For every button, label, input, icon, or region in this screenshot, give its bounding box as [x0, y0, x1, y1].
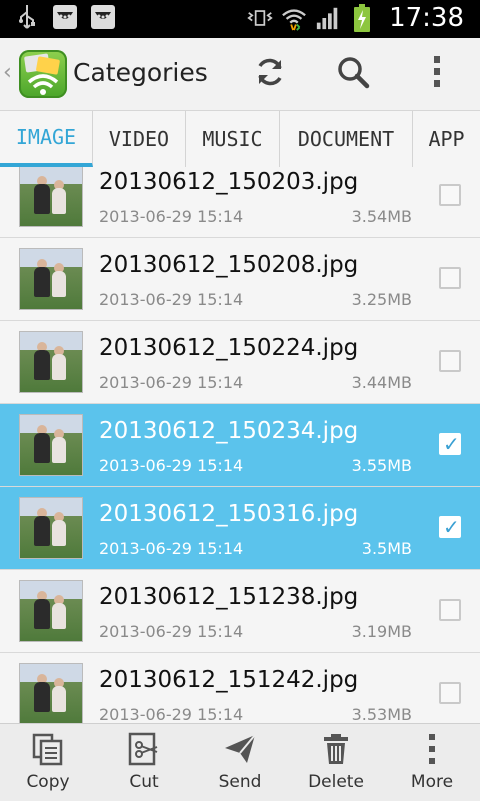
tab-music[interactable]: MUSIC: [186, 111, 280, 167]
send-button[interactable]: Send: [192, 724, 288, 801]
select-checkbox[interactable]: ✓: [439, 432, 461, 456]
page-title: Categories: [73, 58, 208, 87]
list-item[interactable]: 20130612_150203.jpg 2013-06-29 15:14 3.5…: [0, 167, 480, 238]
cut-button[interactable]: Cut: [96, 724, 192, 801]
tab-app[interactable]: APP: [413, 111, 480, 167]
checkmark-icon: ✓: [443, 432, 460, 456]
select-checkbox[interactable]: [439, 184, 461, 206]
file-name: 20130612_150224.jpg: [99, 335, 359, 361]
back-chevron-icon[interactable]: ‹: [3, 60, 12, 85]
select-checkbox[interactable]: [439, 350, 461, 372]
file-size: 3.25MB: [351, 290, 412, 309]
list-item[interactable]: 20130612_151238.jpg 2013-06-29 15:14 3.1…: [0, 570, 480, 653]
image-thumbnail: [19, 167, 83, 227]
copy-icon: [31, 732, 65, 766]
file-name: 20130612_150316.jpg: [99, 501, 359, 527]
more-button[interactable]: More: [384, 724, 480, 801]
file-name: 20130612_151242.jpg: [99, 667, 359, 693]
tab-document[interactable]: DOCUMENT: [280, 111, 413, 167]
file-name: 20130612_150234.jpg: [99, 418, 359, 444]
select-checkbox[interactable]: [439, 599, 461, 621]
file-date: 2013-06-29 15:14: [99, 622, 244, 641]
category-tabs: IMAGE VIDEO MUSIC DOCUMENT APP: [0, 111, 480, 168]
send-label: Send: [218, 772, 262, 792]
file-date: 2013-06-29 15:14: [99, 290, 244, 309]
file-date: 2013-06-29 15:14: [99, 373, 244, 392]
file-name: 20130612_151238.jpg: [99, 584, 359, 610]
battery-charging-icon: [349, 4, 375, 32]
copy-label: Copy: [26, 772, 70, 792]
image-thumbnail: [19, 580, 83, 642]
file-size: 3.54MB: [351, 207, 412, 226]
select-checkbox[interactable]: [439, 682, 461, 704]
clock-time: 17:38: [389, 3, 464, 33]
more-label: More: [410, 772, 454, 792]
image-thumbnail: [19, 414, 83, 476]
list-item[interactable]: 20130612_151242.jpg 2013-06-29 15:14 3.5…: [0, 653, 480, 723]
list-item[interactable]: 20130612_150224.jpg 2013-06-29 15:14 3.4…: [0, 321, 480, 404]
checkmark-icon: ✓: [443, 515, 460, 539]
tab-video[interactable]: VIDEO: [93, 111, 186, 167]
status-bar: 17:38: [0, 0, 480, 38]
file-size: 3.53MB: [351, 705, 412, 723]
copy-button[interactable]: Copy: [0, 724, 96, 801]
signal-icon: [315, 5, 341, 31]
shopping-bag-icon: [52, 4, 78, 30]
refresh-button[interactable]: [246, 50, 294, 98]
file-name: 20130612_150203.jpg: [99, 169, 359, 195]
search-icon: [335, 54, 371, 94]
overflow-menu-button[interactable]: [413, 50, 461, 98]
wifi-icon: [281, 5, 307, 31]
cut-icon: [127, 732, 161, 766]
tab-image[interactable]: IMAGE: [0, 111, 93, 167]
shopping-bag-icon: [90, 4, 116, 30]
app-logo-icon[interactable]: [19, 50, 67, 98]
bottom-toolbar: Copy Cut Send Delete More: [0, 723, 480, 801]
file-list: 20130612_150203.jpg 2013-06-29 15:14 3.5…: [0, 167, 480, 723]
delete-button[interactable]: Delete: [288, 724, 384, 801]
file-date: 2013-06-29 15:14: [99, 705, 244, 723]
search-button[interactable]: [329, 50, 377, 98]
file-size: 3.5MB: [361, 539, 412, 558]
image-thumbnail: [19, 497, 83, 559]
file-name: 20130612_150208.jpg: [99, 252, 359, 278]
image-thumbnail: [19, 663, 83, 723]
file-size: 3.44MB: [351, 373, 412, 392]
list-item[interactable]: 20130612_150208.jpg 2013-06-29 15:14 3.2…: [0, 238, 480, 321]
cut-label: Cut: [129, 772, 159, 792]
file-size: 3.55MB: [351, 456, 412, 475]
file-date: 2013-06-29 15:14: [99, 539, 244, 558]
vibrate-icon: [247, 5, 273, 31]
usb-icon: [14, 4, 40, 30]
more-icon: [426, 732, 438, 766]
file-date: 2013-06-29 15:14: [99, 207, 244, 226]
list-item[interactable]: 20130612_150316.jpg 2013-06-29 15:14 3.5…: [0, 487, 480, 570]
trash-icon: [319, 732, 353, 766]
send-icon: [223, 732, 257, 766]
refresh-icon: [252, 54, 288, 94]
overflow-menu-icon: [431, 54, 443, 94]
image-thumbnail: [19, 331, 83, 393]
action-bar: ‹ Categories: [0, 38, 480, 111]
select-checkbox[interactable]: [439, 267, 461, 289]
file-date: 2013-06-29 15:14: [99, 456, 244, 475]
file-size: 3.19MB: [351, 622, 412, 641]
select-checkbox[interactable]: ✓: [439, 515, 461, 539]
image-thumbnail: [19, 248, 83, 310]
delete-label: Delete: [308, 772, 364, 792]
list-item[interactable]: 20130612_150234.jpg 2013-06-29 15:14 3.5…: [0, 404, 480, 487]
